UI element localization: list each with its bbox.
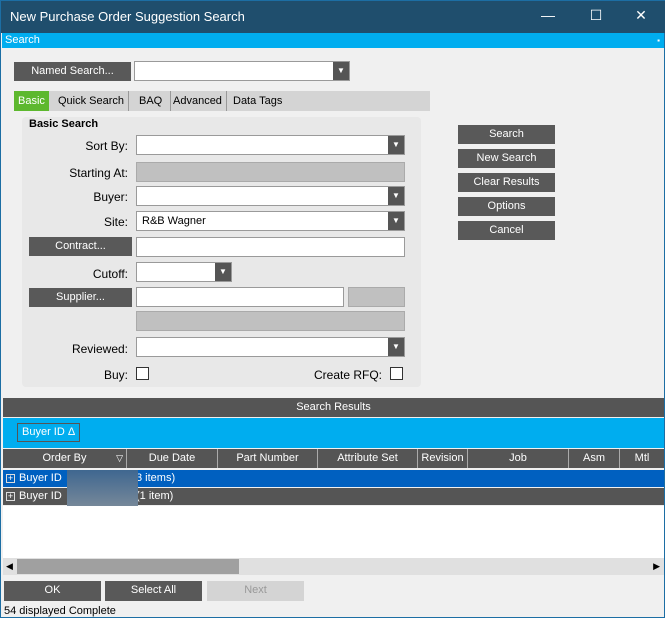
starting-at-label: Starting At: xyxy=(69,166,128,180)
buyer-combo[interactable]: ▼ xyxy=(136,186,405,206)
clear-results-button[interactable]: Clear Results xyxy=(458,173,555,192)
reviewed-label: Reviewed: xyxy=(71,342,128,356)
create-rfq-label: Create RFQ: xyxy=(314,368,383,382)
supplier-id-field xyxy=(348,287,405,307)
starting-at-field xyxy=(136,162,405,182)
strip-title: Search xyxy=(5,34,40,46)
supplier-field[interactable] xyxy=(136,287,344,307)
create-rfq-checkbox[interactable] xyxy=(390,367,403,380)
grid-body xyxy=(3,506,664,558)
col-mtl[interactable]: Mtl xyxy=(620,449,664,468)
supplier-button[interactable]: Supplier... xyxy=(29,288,132,307)
select-all-button[interactable]: Select All xyxy=(105,581,202,601)
search-strip: Search ▪ xyxy=(2,33,664,48)
cutoff-date[interactable]: ▼ xyxy=(136,262,232,282)
col-due-date[interactable]: Due Date xyxy=(127,449,218,468)
panel-title: Basic Search xyxy=(29,118,99,130)
col-revision[interactable]: Revision xyxy=(418,449,468,468)
search-button[interactable]: Search xyxy=(458,125,555,144)
group-chip-buyer-id[interactable]: Buyer ID Δ xyxy=(17,423,81,442)
contract-button[interactable]: Contract... xyxy=(29,237,132,256)
site-value: R&B Wagner xyxy=(142,215,206,227)
tab-baq[interactable]: BAQ xyxy=(131,91,172,111)
chevron-down-icon[interactable]: ▼ xyxy=(215,263,231,281)
col-attribute-set[interactable]: Attribute Set xyxy=(318,449,418,468)
redacted-block xyxy=(67,470,138,509)
chevron-down-icon[interactable]: ▼ xyxy=(388,212,404,230)
buy-label: Buy: xyxy=(103,368,128,382)
status-text: 54 displayed Complete xyxy=(4,605,116,617)
new-search-button[interactable]: New Search xyxy=(458,149,555,168)
named-search-combo[interactable]: ▼ xyxy=(134,61,350,81)
cancel-button[interactable]: Cancel xyxy=(458,221,555,240)
maximize-button[interactable]: ☐ xyxy=(581,7,611,24)
grid-header: Order By ▽ Due Date Part Number Attribute… xyxy=(3,449,664,468)
named-search-button[interactable]: Named Search... xyxy=(14,62,131,81)
search-results-header: Search Results xyxy=(3,398,664,417)
tab-basic[interactable]: Basic xyxy=(14,91,49,111)
chevron-down-icon[interactable]: ▼ xyxy=(333,62,349,80)
site-combo[interactable]: R&B Wagner ▼ xyxy=(136,211,405,231)
chevron-down-icon[interactable]: ▼ xyxy=(388,136,404,154)
col-order-by[interactable]: Order By ▽ xyxy=(3,449,127,468)
contract-field[interactable] xyxy=(136,237,405,257)
title-bar: New Purchase Order Suggestion Search — ☐… xyxy=(1,1,665,33)
horizontal-scrollbar[interactable]: ◀ ▶ xyxy=(3,558,664,575)
sort-ascending-icon: Δ xyxy=(67,426,76,438)
site-label: Site: xyxy=(103,215,128,229)
minimize-button[interactable]: — xyxy=(533,7,563,23)
supplier-name-field xyxy=(136,311,405,331)
col-part-number[interactable]: Part Number xyxy=(218,449,318,468)
group-chip-label: Buyer ID xyxy=(22,426,65,438)
options-button[interactable]: Options xyxy=(458,197,555,216)
close-button[interactable]: ✕ xyxy=(626,7,656,24)
scroll-right-icon[interactable]: ▶ xyxy=(653,561,660,572)
scroll-left-icon[interactable]: ◀ xyxy=(6,561,13,572)
sort-by-label: Sort By: xyxy=(85,139,128,153)
reviewed-combo[interactable]: ▼ xyxy=(136,337,405,357)
pin-icon[interactable]: ▪ xyxy=(657,33,660,48)
group-by-area: Buyer ID Δ xyxy=(3,418,664,448)
col-asm[interactable]: Asm xyxy=(569,449,620,468)
scrollbar-thumb[interactable] xyxy=(17,559,239,574)
tab-data-tags[interactable]: Data Tags xyxy=(229,91,286,111)
expand-icon[interactable]: + xyxy=(6,491,15,501)
buy-checkbox[interactable] xyxy=(136,367,149,380)
window-title: New Purchase Order Suggestion Search xyxy=(10,9,245,24)
filter-icon: ▽ xyxy=(116,453,123,463)
ok-button[interactable]: OK xyxy=(4,581,101,601)
buyer-label: Buyer: xyxy=(93,190,128,204)
chevron-down-icon[interactable]: ▼ xyxy=(388,338,404,356)
cutoff-label: Cutoff: xyxy=(92,267,128,281)
col-job[interactable]: Job xyxy=(468,449,569,468)
chevron-down-icon[interactable]: ▼ xyxy=(388,187,404,205)
tab-advanced[interactable]: Advanced xyxy=(169,91,227,111)
next-button[interactable]: Next xyxy=(207,581,304,601)
sort-by-combo[interactable]: ▼ xyxy=(136,135,405,155)
tab-quick-search[interactable]: Quick Search xyxy=(54,91,130,111)
search-tabs: Basic Quick Search BAQ Advanced Data Tag… xyxy=(14,91,430,111)
expand-icon[interactable]: + xyxy=(6,473,15,483)
